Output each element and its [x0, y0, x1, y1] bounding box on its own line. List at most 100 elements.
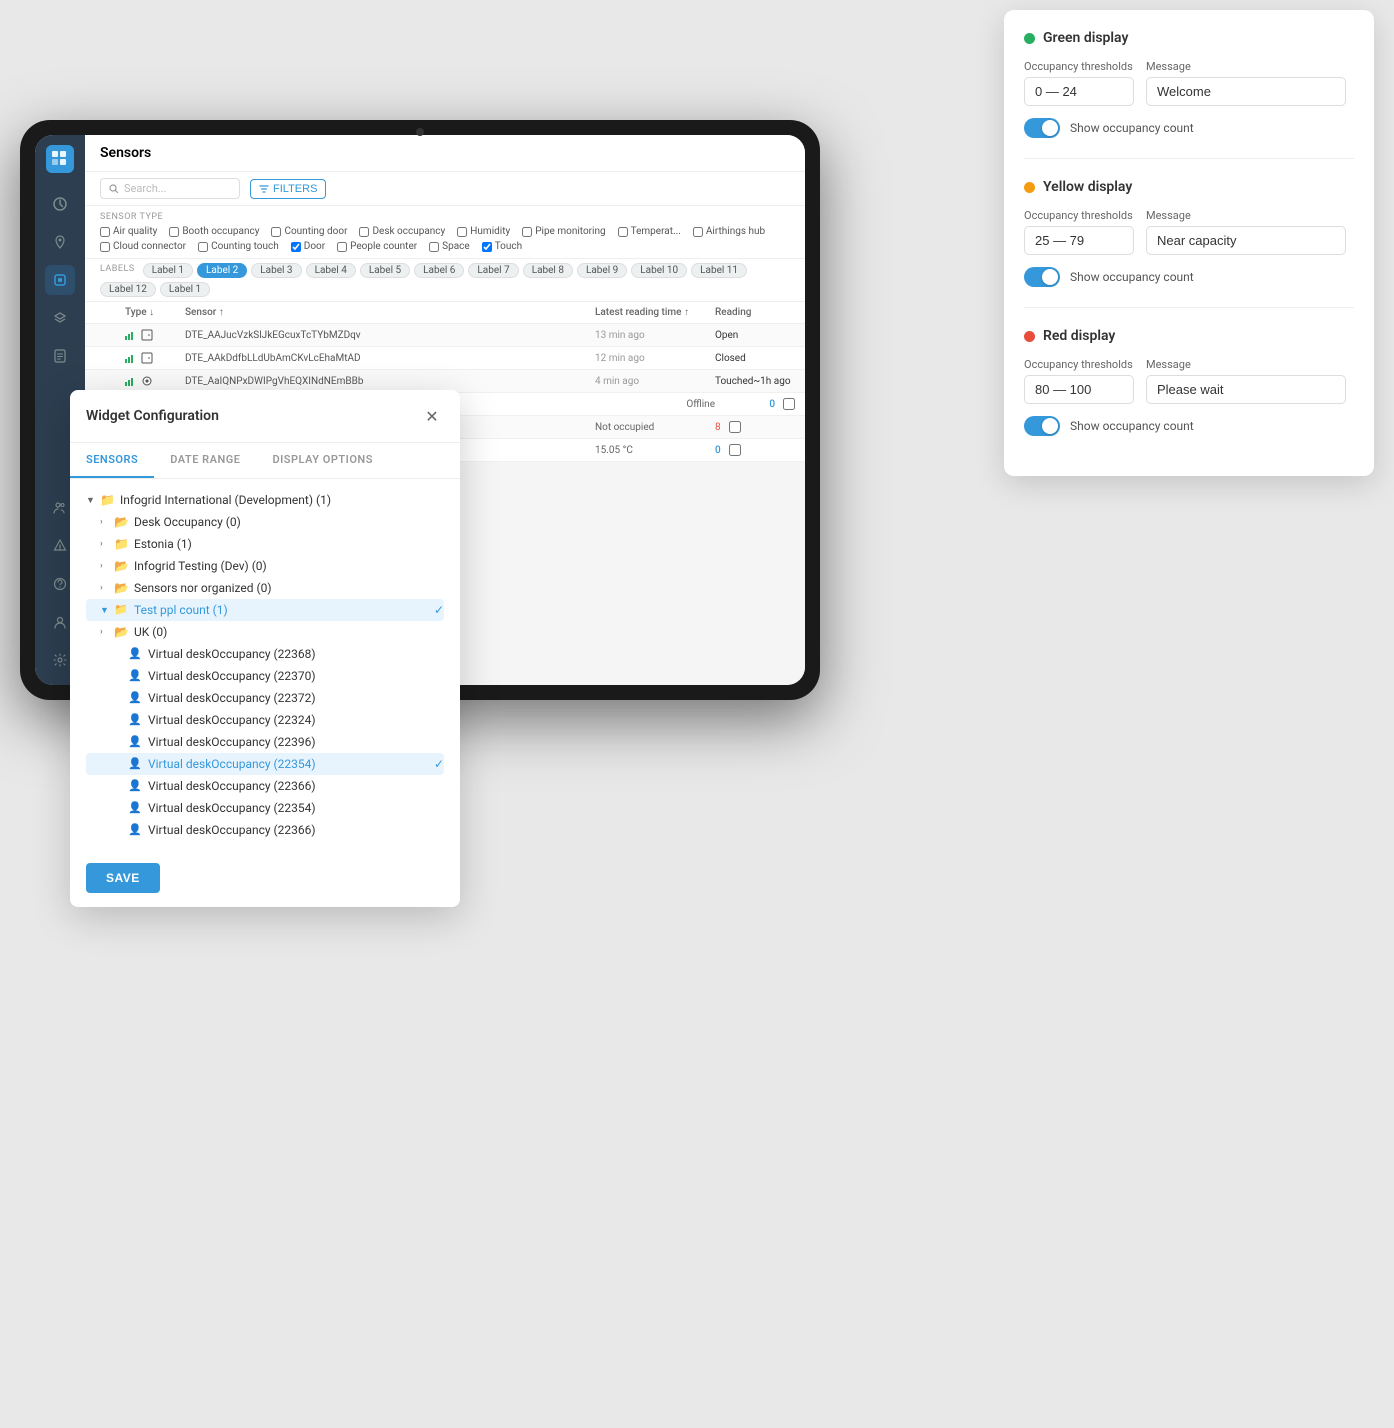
label-tag-13[interactable]: Label 1: [160, 282, 210, 297]
tab-date-range[interactable]: DATE RANGE: [154, 443, 256, 478]
row4-checkbox[interactable]: [783, 398, 795, 410]
label-tag-10[interactable]: Label 10: [631, 263, 687, 278]
label-tag-3[interactable]: Label 3: [251, 263, 301, 278]
tree-chevron-unorg: ›: [100, 583, 114, 593]
sidebar-item-location[interactable]: [45, 227, 75, 257]
red-threshold-label: Occupancy thresholds: [1024, 358, 1134, 371]
th-type[interactable]: Type ↓: [125, 307, 185, 318]
checkbox-door[interactable]: Door: [291, 241, 325, 252]
checkbox-air-quality[interactable]: Air quality: [100, 226, 157, 237]
label-tag-12[interactable]: Label 12: [100, 282, 156, 297]
checkbox-space-label: Space: [442, 241, 470, 252]
checkbox-booth[interactable]: Booth occupancy: [169, 226, 259, 237]
row3-type: [125, 375, 185, 387]
sidebar-item-sensors[interactable]: [45, 265, 75, 295]
tree-item-uk[interactable]: › 📂 UK (0): [86, 621, 444, 643]
label-tag-2[interactable]: Label 2: [197, 263, 247, 278]
checkbox-cloud[interactable]: Cloud connector: [100, 241, 186, 252]
checkbox-pipe[interactable]: Pipe monitoring: [522, 226, 605, 237]
save-button[interactable]: SAVE: [86, 863, 160, 893]
checkbox-temp[interactable]: Temperat...: [618, 226, 681, 237]
modal-title: Widget Configuration: [86, 408, 219, 424]
yellow-threshold-input[interactable]: [1024, 226, 1134, 255]
tree-item-virtual-9[interactable]: 👤 Virtual deskOccupancy (22366): [86, 819, 444, 841]
checkbox-counting-door-input[interactable]: [271, 227, 281, 237]
checkbox-space[interactable]: Space: [429, 241, 470, 252]
checkbox-cloud-input[interactable]: [100, 242, 110, 252]
person-icon-v7: 👤: [128, 779, 144, 793]
checkbox-door-input[interactable]: [291, 242, 301, 252]
th-reading[interactable]: Reading: [715, 307, 795, 318]
checkbox-temp-input[interactable]: [618, 227, 628, 237]
red-toggle[interactable]: [1024, 416, 1060, 436]
sidebar-item-dashboard[interactable]: [45, 189, 75, 219]
search-box[interactable]: Search...: [100, 178, 240, 199]
checkbox-desk-input[interactable]: [359, 227, 369, 237]
red-message-input[interactable]: [1146, 375, 1346, 404]
tree-item-sensors-nor-organized[interactable]: › 📂 Sensors nor organized (0): [86, 577, 444, 599]
tree-item-infogrid[interactable]: ▼ 📁 Infogrid International (Development)…: [86, 489, 444, 511]
tree-item-infogrid-testing[interactable]: › 📂 Infogrid Testing (Dev) (0): [86, 555, 444, 577]
tree-item-virtual-4[interactable]: 👤 Virtual deskOccupancy (22324): [86, 709, 444, 731]
label-tag-4[interactable]: Label 4: [306, 263, 356, 278]
app-logo[interactable]: [46, 145, 74, 173]
checkbox-air-quality-input[interactable]: [100, 227, 110, 237]
green-threshold-input[interactable]: [1024, 77, 1134, 106]
th-time[interactable]: Latest reading time ↑: [595, 307, 715, 318]
label-tag-9[interactable]: Label 9: [577, 263, 627, 278]
checkbox-counting-touch-input[interactable]: [198, 242, 208, 252]
tree-item-desk-occ[interactable]: › 📂 Desk Occupancy (0): [86, 511, 444, 533]
modal-tabs: SENSORS DATE RANGE DISPLAY OPTIONS: [70, 443, 460, 479]
green-toggle[interactable]: [1024, 118, 1060, 138]
sidebar-item-layers[interactable]: [45, 303, 75, 333]
tab-display-options[interactable]: DISPLAY OPTIONS: [256, 443, 388, 478]
label-tag-7[interactable]: Label 7: [468, 263, 518, 278]
checkbox-desk[interactable]: Desk occupancy: [359, 226, 445, 237]
tree-item-virtual-5[interactable]: 👤 Virtual deskOccupancy (22396): [86, 731, 444, 753]
checkbox-humidity[interactable]: Humidity: [457, 226, 510, 237]
tree-label-estonia: Estonia (1): [134, 537, 444, 551]
yellow-toggle[interactable]: [1024, 267, 1060, 287]
label-tag-5[interactable]: Label 5: [360, 263, 410, 278]
tree-item-virtual-2[interactable]: 👤 Virtual deskOccupancy (22370): [86, 665, 444, 687]
checkbox-humidity-input[interactable]: [457, 227, 467, 237]
tree-chevron-estonia: ›: [100, 539, 114, 549]
checkbox-temp-label: Temperat...: [631, 226, 681, 237]
sidebar-item-reports[interactable]: [45, 341, 75, 371]
red-threshold-input[interactable]: [1024, 375, 1134, 404]
filters-button[interactable]: FILTERS: [250, 179, 326, 199]
th-sensor[interactable]: Sensor ↑: [185, 307, 595, 318]
sensor-icon: [141, 375, 153, 387]
checkbox-people[interactable]: People counter: [337, 241, 417, 252]
checkbox-counting-door[interactable]: Counting door: [271, 226, 347, 237]
tree-item-virtual-7[interactable]: 👤 Virtual deskOccupancy (22366): [86, 775, 444, 797]
tree-item-virtual-3[interactable]: 👤 Virtual deskOccupancy (22372): [86, 687, 444, 709]
label-tag-1[interactable]: Label 1: [143, 263, 193, 278]
tree-item-test-ppl-count[interactable]: ▼ 📁 Test ppl count (1) ✓: [86, 599, 444, 621]
checkbox-pipe-input[interactable]: [522, 227, 532, 237]
checkbox-airthings-input[interactable]: [693, 227, 703, 237]
tree-item-virtual-8[interactable]: 👤 Virtual deskOccupancy (22354): [86, 797, 444, 819]
tree-item-estonia[interactable]: › 📁 Estonia (1): [86, 533, 444, 555]
tree-item-virtual-1[interactable]: 👤 Virtual deskOccupancy (22368): [86, 643, 444, 665]
table-row[interactable]: DTE_AAJucVzkSlJkEGcuxTcTYbMZDqv 13 min a…: [85, 324, 805, 347]
row6-checkbox[interactable]: [729, 444, 741, 456]
yellow-dot: [1024, 182, 1035, 193]
label-tag-11[interactable]: Label 11: [691, 263, 747, 278]
label-tag-6[interactable]: Label 6: [414, 263, 464, 278]
checkbox-booth-input[interactable]: [169, 227, 179, 237]
yellow-message-input[interactable]: [1146, 226, 1346, 255]
label-tag-8[interactable]: Label 8: [523, 263, 573, 278]
checkbox-touch-input[interactable]: [482, 242, 492, 252]
green-message-input[interactable]: [1146, 77, 1346, 106]
checkbox-people-input[interactable]: [337, 242, 347, 252]
row5-checkbox[interactable]: [729, 421, 741, 433]
checkbox-touch[interactable]: Touch: [482, 241, 522, 252]
tab-sensors[interactable]: SENSORS: [70, 443, 154, 478]
checkbox-airthings[interactable]: Airthings hub: [693, 226, 765, 237]
modal-close-button[interactable]: ✕: [420, 404, 444, 428]
checkbox-counting-touch[interactable]: Counting touch: [198, 241, 279, 252]
table-row[interactable]: DTE_AAkDdfbLLdUbAmCKvLcEhaMtAD 12 min ag…: [85, 347, 805, 370]
tree-item-virtual-6-selected[interactable]: 👤 Virtual deskOccupancy (22354) ✓: [86, 753, 444, 775]
checkbox-space-input[interactable]: [429, 242, 439, 252]
